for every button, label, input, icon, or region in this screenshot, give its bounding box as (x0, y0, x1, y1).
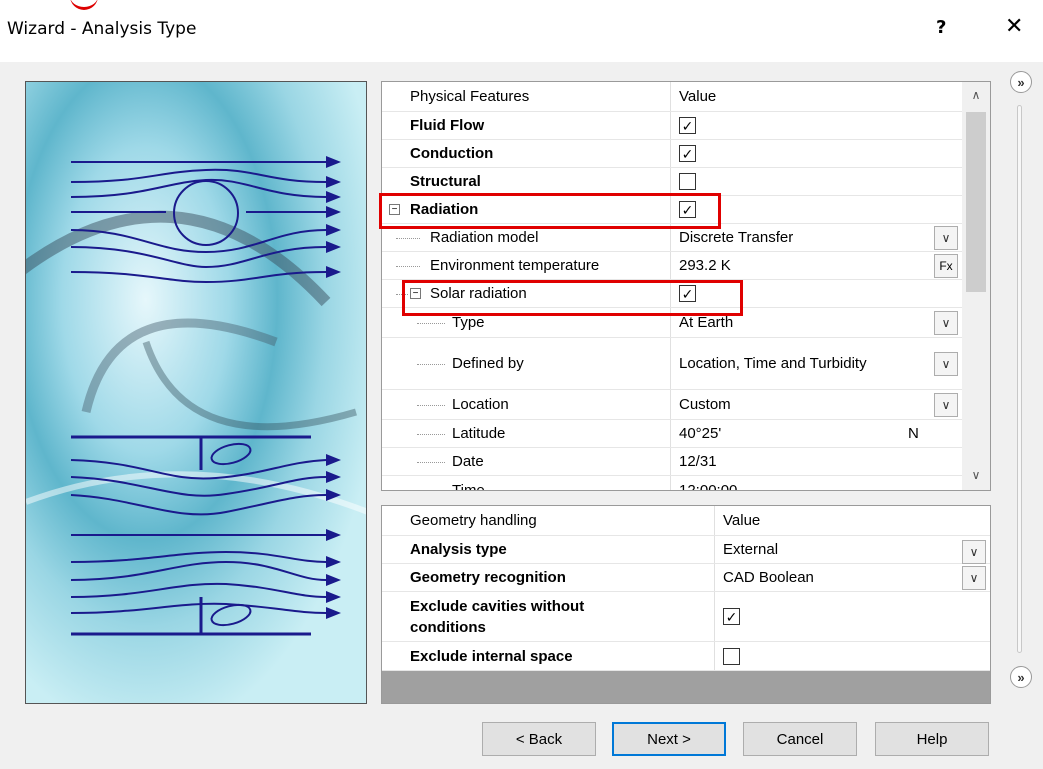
check-mark: ✓ (681, 117, 694, 134)
conduction-checkbox[interactable]: ✓ (679, 145, 696, 162)
date-value[interactable]: 12/31 (670, 448, 962, 475)
next-button[interactable]: Next > (612, 722, 726, 756)
chevron-down-icon[interactable]: ∨ (934, 226, 958, 250)
fx-button[interactable]: Fx (934, 254, 958, 278)
defined-by-value[interactable]: Location, Time and Turbidity (670, 338, 962, 389)
row-label: Defined by (452, 355, 524, 372)
scroll-thumb[interactable] (966, 112, 986, 292)
check-mark: ✓ (681, 145, 694, 162)
row-label: Structural (410, 173, 481, 190)
chevron-down-icon[interactable]: ∨ (934, 311, 958, 335)
row-exclude-internal-space: Exclude internal space (382, 642, 990, 671)
expand-panel-icon[interactable]: » (1010, 71, 1032, 93)
tree-line (417, 405, 445, 406)
exclude-internal-space-checkbox[interactable] (723, 647, 740, 665)
row-date: Date 12/31 (382, 448, 962, 476)
chevron-down-icon[interactable]: ∨ (934, 393, 958, 417)
geometry-recognition-value[interactable]: CAD Boolean (714, 564, 990, 591)
highlight-radiation (379, 193, 721, 229)
row-label: Exclude cavities without conditions (410, 597, 585, 636)
row-label: Conduction (410, 145, 494, 162)
tree-line (396, 238, 420, 239)
check-mark: ✓ (725, 608, 738, 625)
row-label: Location (452, 396, 509, 413)
chevron-down-icon[interactable]: ∨ (962, 540, 986, 564)
analysis-type-value[interactable]: External (714, 536, 990, 563)
tree-line (417, 364, 445, 365)
row-label: Date (452, 453, 484, 470)
tree-line (396, 266, 420, 267)
help-button[interactable]: Help (875, 722, 989, 756)
column-header-name: Physical Features (410, 88, 530, 105)
flow-illustration (26, 82, 366, 703)
tree-line (417, 490, 445, 491)
geometry-handling-grid: Geometry handling Value Analysis type Ex… (381, 505, 991, 704)
back-button[interactable]: < Back (482, 722, 596, 756)
row-label: Exclude internal space (410, 647, 573, 665)
row-label: Fluid Flow (410, 117, 485, 134)
cancel-button[interactable]: Cancel (743, 722, 857, 756)
row-label: Time (452, 481, 485, 491)
latitude-value[interactable]: 40°25' (670, 420, 910, 447)
row-exclude-cavities: Exclude cavities without conditions ✓ (382, 592, 990, 642)
description-area (382, 671, 990, 703)
wizard-illustration (25, 81, 367, 704)
row-time: Time 12:00:00 (382, 476, 962, 491)
column-header-value: Value (714, 506, 990, 535)
exclude-cavities-checkbox[interactable]: ✓ (723, 608, 740, 625)
physical-grid-scrollbar[interactable]: ∧ ∨ (962, 82, 990, 490)
chevron-down-icon[interactable]: ∨ (934, 352, 958, 376)
latitude-hemisphere[interactable]: N (908, 420, 919, 447)
scroll-up-icon[interactable]: ∧ (962, 88, 990, 102)
row-location: Location Custom ∨ (382, 390, 962, 420)
column-header-name: Geometry handling (410, 512, 537, 529)
chevron-down-icon[interactable]: ∨ (962, 566, 986, 590)
row-label: Analysis type (410, 541, 507, 558)
row-analysis-type: Analysis type External ∨ (382, 536, 990, 564)
grid-header: Geometry handling Value (382, 506, 990, 536)
tree-line (417, 462, 445, 463)
row-defined-by: Defined by Location, Time and Turbidity … (382, 338, 962, 390)
tree-line (417, 323, 445, 324)
scroll-down-icon[interactable]: ∨ (962, 468, 990, 482)
row-structural: Structural (382, 168, 962, 196)
annotation-arc (70, 0, 98, 10)
time-value[interactable]: 12:00:00 (670, 476, 962, 490)
row-label: Latitude (452, 425, 506, 442)
column-header-value: Value (670, 82, 962, 111)
close-icon[interactable]: ✕ (1005, 14, 1023, 39)
environment-temperature-value[interactable]: 293.2 K (670, 252, 962, 279)
row-conduction: Conduction ✓ (382, 140, 962, 168)
help-icon[interactable]: ? (936, 17, 946, 38)
highlight-solar-radiation (402, 280, 743, 316)
title-bar: Wizard - Analysis Type ? ✕ (0, 0, 1043, 62)
row-environment-temperature: Environment temperature 293.2 K Fx (382, 252, 962, 280)
row-label: Geometry recognition (410, 569, 566, 586)
location-value[interactable]: Custom (670, 390, 962, 419)
row-latitude: Latitude 40°25' N (382, 420, 962, 448)
side-panel-track (1017, 105, 1022, 653)
tree-line (417, 434, 445, 435)
row-geometry-recognition: Geometry recognition CAD Boolean ∨ (382, 564, 990, 592)
expand-panel-icon-bottom[interactable]: » (1010, 666, 1032, 688)
window-title: Wizard - Analysis Type (7, 19, 197, 39)
fluid-flow-checkbox[interactable]: ✓ (679, 117, 696, 134)
row-fluid-flow: Fluid Flow ✓ (382, 112, 962, 140)
row-label: Environment temperature (430, 257, 600, 274)
grid-header: Physical Features Value (382, 82, 962, 112)
structural-checkbox[interactable] (679, 173, 696, 190)
